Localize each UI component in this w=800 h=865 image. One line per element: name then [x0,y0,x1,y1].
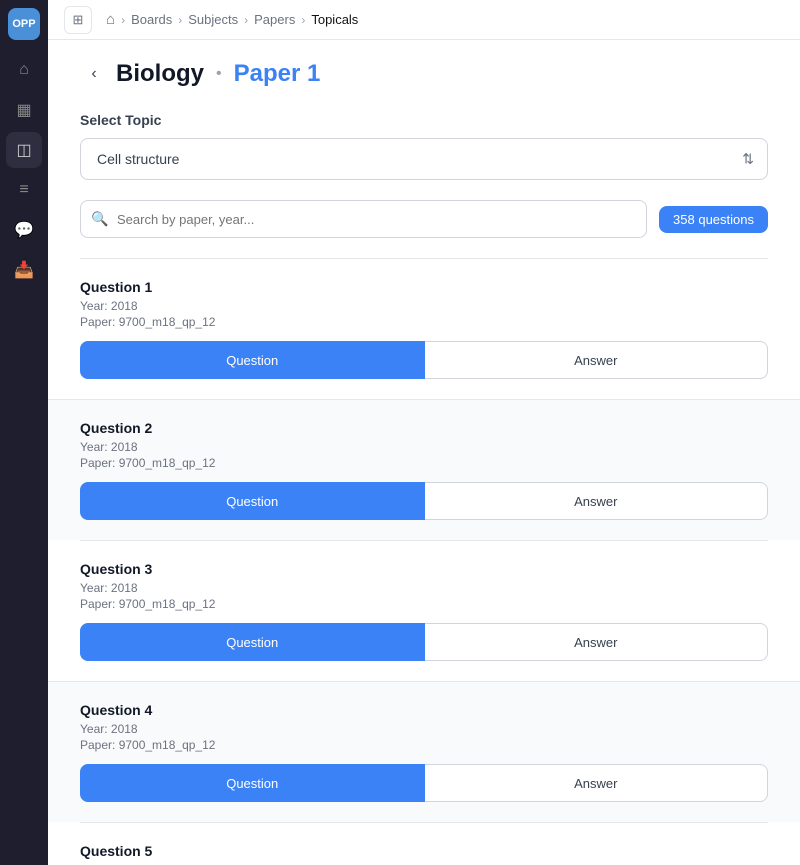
search-input-wrapper: 🔍 [80,200,647,238]
answer-button-1[interactable]: Answer [425,341,769,379]
breadcrumb-boards[interactable]: Boards [131,12,172,27]
answer-button-2[interactable]: Answer [425,482,769,520]
content-area: ‹ Biology • Paper 1 Select Topic Cell st… [48,40,800,865]
question-card-3: Question 3 Year: 2018 Paper: 9700_m18_qp… [80,540,768,681]
breadcrumb-sep-3: › [244,13,248,27]
breadcrumb-topicals: Topicals [311,12,358,27]
breadcrumb-sep-4: › [301,13,305,27]
answer-button-3[interactable]: Answer [425,623,769,661]
question-paper-4: Paper: 9700_m18_qp_12 [80,738,768,752]
search-input[interactable] [80,200,647,238]
topic-select-wrapper: Cell structure ⇅ [80,138,768,180]
question-button-2[interactable]: Question [80,482,425,520]
question-title-2: Question 2 [80,420,768,436]
breadcrumb-papers[interactable]: Papers [254,12,295,27]
question-year-3: Year: 2018 [80,581,768,595]
sidebar-icon-layers[interactable]: ◫ [6,132,42,168]
question-card-4: Question 4 Year: 2018 Paper: 9700_m18_qp… [48,681,800,822]
sidebar: OPP ⌂ ▦ ◫ ≡ 💬 📥 [0,0,48,865]
question-card-2: Question 2 Year: 2018 Paper: 9700_m18_qp… [48,399,800,540]
question-title-1: Question 1 [80,279,768,295]
nav-home-icon[interactable]: ⌂ [106,11,115,28]
question-buttons-1: Question Answer [80,341,768,379]
question-button-3[interactable]: Question [80,623,425,661]
breadcrumb-subjects[interactable]: Subjects [188,12,238,27]
question-buttons-3: Question Answer [80,623,768,661]
app-logo: OPP [8,8,40,40]
search-row: 🔍 358 questions [80,200,768,238]
answer-button-4[interactable]: Answer [425,764,769,802]
page-title-paper: Paper 1 [234,60,321,88]
question-button-1[interactable]: Question [80,341,425,379]
sidebar-icon-grid[interactable]: ▦ [6,92,42,128]
page-title-dot: • [216,65,222,83]
select-topic-label: Select Topic [80,112,768,128]
question-paper-1: Paper: 9700_m18_qp_12 [80,315,768,329]
question-button-4[interactable]: Question [80,764,425,802]
question-buttons-2: Question Answer [80,482,768,520]
topic-select[interactable]: Cell structure [80,138,768,180]
question-title-3: Question 3 [80,561,768,577]
sidebar-toggle-button[interactable]: ⊞ [64,6,92,34]
question-title-5: Question 5 [80,843,768,859]
question-card-5: Question 5 Year: 2018 Paper: 9700_m18_qp… [80,822,768,865]
page-title-biology: Biology [116,60,204,88]
sidebar-icon-chat[interactable]: 💬 [6,212,42,248]
question-paper-2: Paper: 9700_m18_qp_12 [80,456,768,470]
questions-list: Question 1 Year: 2018 Paper: 9700_m18_qp… [80,258,768,865]
page-header: ‹ Biology • Paper 1 [80,60,768,88]
questions-count-badge: 358 questions [659,206,768,233]
back-button[interactable]: ‹ [80,60,108,88]
question-buttons-4: Question Answer [80,764,768,802]
breadcrumb-sep-2: › [178,13,182,27]
question-paper-3: Paper: 9700_m18_qp_12 [80,597,768,611]
question-year-4: Year: 2018 [80,722,768,736]
sidebar-icon-inbox[interactable]: 📥 [6,252,42,288]
question-year-1: Year: 2018 [80,299,768,313]
question-title-4: Question 4 [80,702,768,718]
question-year-2: Year: 2018 [80,440,768,454]
breadcrumb-sep-1: › [121,13,125,27]
main-area: ⊞ ⌂ › Boards › Subjects › Papers › Topic… [48,0,800,865]
sidebar-icon-home[interactable]: ⌂ [6,52,42,88]
sidebar-icon-list[interactable]: ≡ [6,172,42,208]
topnav: ⊞ ⌂ › Boards › Subjects › Papers › Topic… [48,0,800,40]
question-card-1: Question 1 Year: 2018 Paper: 9700_m18_qp… [80,258,768,399]
